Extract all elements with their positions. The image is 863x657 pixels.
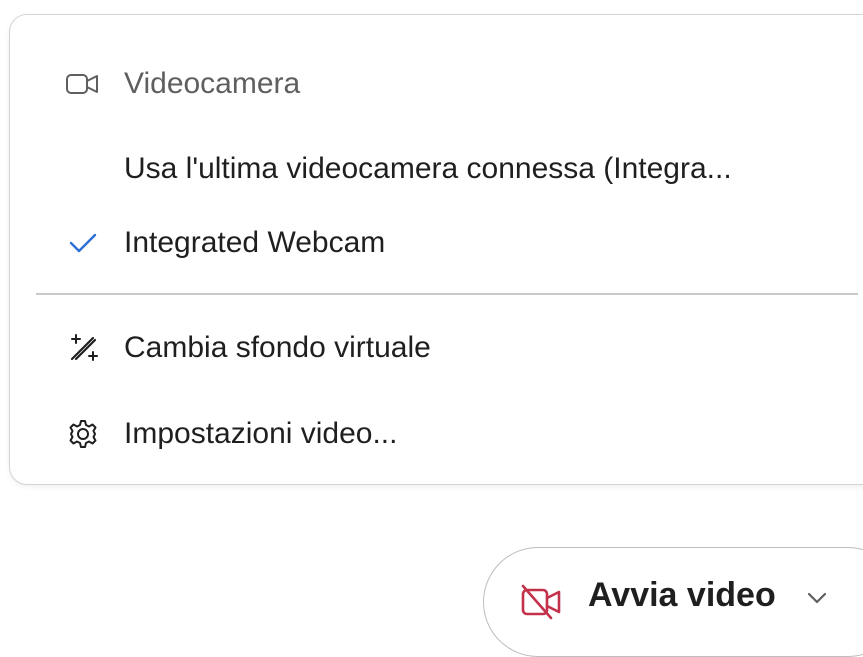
video-camera-off-icon — [520, 584, 564, 620]
gear-icon — [65, 416, 101, 452]
checkmark-icon — [65, 225, 101, 261]
start-video-button[interactable]: Avvia video — [483, 547, 863, 657]
magic-wand-icon — [65, 330, 101, 366]
menu-item-label: Integrated Webcam — [124, 226, 386, 259]
video-camera-icon — [65, 66, 101, 102]
menu-item-label: Impostazioni video... — [124, 417, 398, 450]
menu-header-label: Videocamera — [124, 67, 301, 100]
start-video-label: Avvia video — [588, 576, 776, 614]
menu-item-label: Cambia sfondo virtuale — [124, 331, 431, 364]
camera-menu: Videocamera Usa l'ultima videocamera con… — [9, 14, 863, 485]
menu-item-label: Usa l'ultima videocamera connessa (Integ… — [124, 152, 732, 185]
menu-divider — [36, 293, 858, 295]
chevron-down-icon[interactable] — [806, 590, 828, 606]
